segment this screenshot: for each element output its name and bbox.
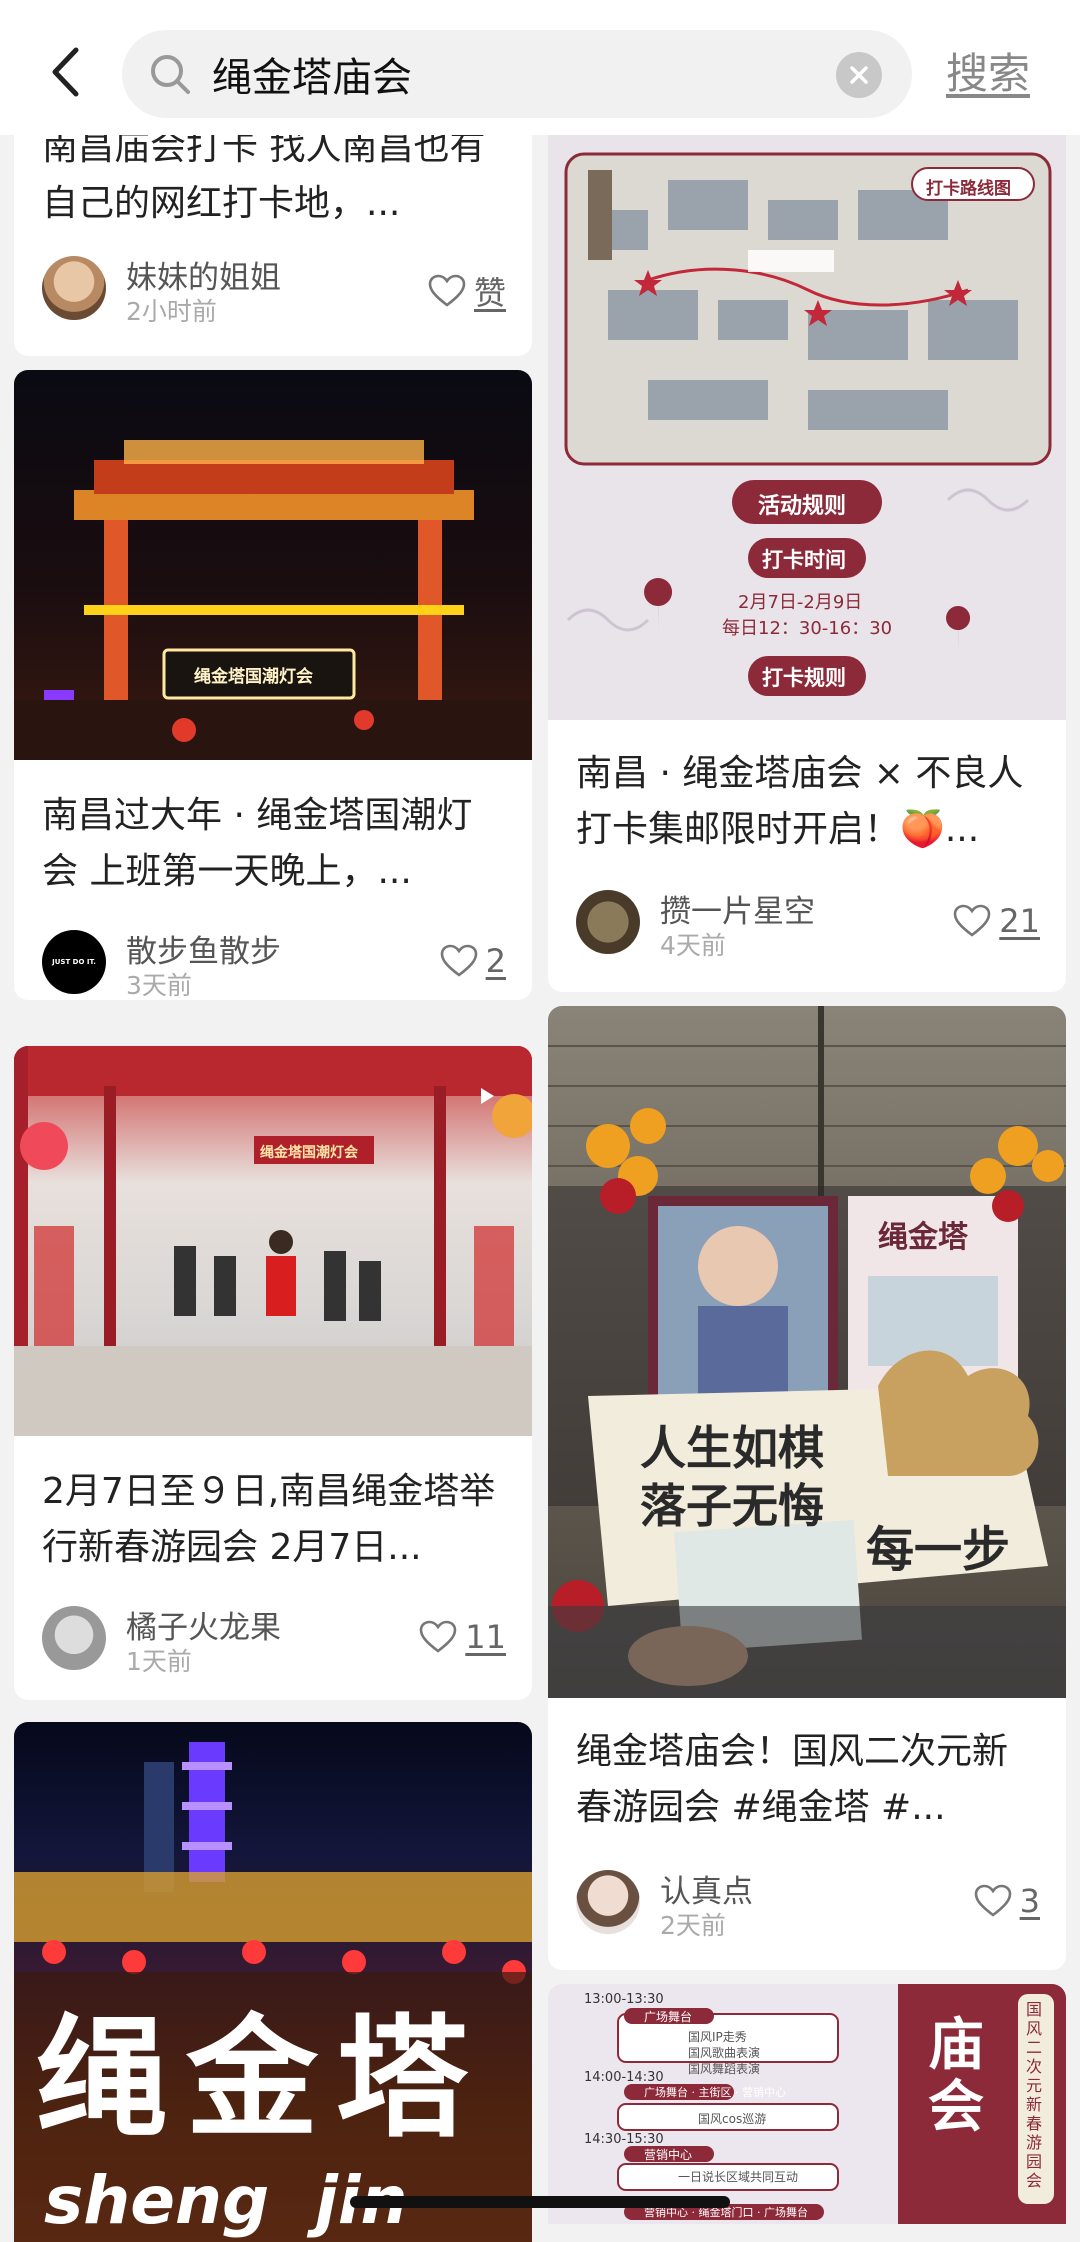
note-cover-image: 绳金塔 人生如棋 落子无悔 每一步 [548, 1006, 1066, 1698]
note-cover-image: 13:00-13:30 广场舞台 国风IP走秀 国风歌曲表演 国风舞蹈表演 14… [548, 1984, 1066, 2224]
schedule-act: 国风cos巡游 [698, 2112, 767, 2126]
post-time: 4天前 [660, 931, 726, 960]
author-name[interactable]: 认真点 [660, 1866, 753, 1911]
schedule-place: 营销中心 [644, 2148, 693, 2162]
map-badge: 打卡路线图 [926, 179, 1011, 199]
side-title: 庙会 [928, 2012, 984, 2140]
note-card[interactable]: 绳金塔 sheng jin [14, 1722, 532, 2242]
note-card[interactable]: 绳金塔 人生如棋 落子无悔 每一步 绳金塔庙会！国风二次元新春游园会 #绳金塔 … [548, 1006, 1066, 1970]
post-time: 3天前 [126, 971, 192, 1000]
note-card[interactable]: 绳金塔国潮灯会 2月7日至９日,南昌绳金塔举行新春游园会 2月7日... 橘子火… [14, 1046, 532, 1700]
note-title: 绳金塔庙会！国风二次元新春游园会 #绳金塔 #... [576, 1731, 1009, 1828]
post-time: 1天前 [126, 1647, 192, 1676]
note-cover-image: 打卡路线图 活动规则 打卡时间 2月7日-2月9日 每日12：30-16：30 … [548, 60, 1066, 720]
post-time: 2小时前 [126, 297, 217, 326]
avatar[interactable] [576, 890, 640, 954]
time-label: 打卡时间 [762, 548, 846, 572]
like-count: 赞 [473, 274, 506, 312]
like-count: 11 [465, 1618, 506, 1656]
schedule-place: 广场舞台 · 主街区 · 营销中心 [644, 2086, 786, 2099]
schedule-time: 14:30-15:30 [584, 2132, 664, 2147]
note-title: 南昌过大年 · 绳金塔国潮灯会 上班第一天晚上，... [42, 795, 473, 892]
back-button[interactable] [40, 42, 90, 102]
author-name[interactable]: 散步鱼散步 [126, 926, 281, 971]
date-line: 2月7日-2月9日 [738, 592, 863, 613]
board-line2: 落子无悔 [640, 1479, 824, 1533]
note-card[interactable]: 绳金塔国潮灯会 南昌过大年 · 绳金塔国潮灯会 上班第一天晚上，... JUST… [14, 370, 532, 1000]
sign-text: 绳金塔国潮灯会 [194, 667, 313, 687]
avatar[interactable]: JUST DO IT. [42, 930, 106, 994]
schedule-time: 13:00-13:30 [584, 1992, 664, 2007]
home-indicator[interactable] [350, 2196, 730, 2208]
author-name[interactable]: 橘子火龙果 [126, 1602, 281, 1647]
avatar-text: JUST DO IT. [52, 958, 96, 966]
note-card[interactable]: 13:00-13:30 广场舞台 国风IP走秀 国风歌曲表演 国风舞蹈表演 14… [548, 1984, 1066, 2224]
schedule-act: 一日说长区域共同互动 [678, 2170, 799, 2184]
rules-title: 活动规则 [758, 494, 847, 519]
chevron-left-icon [52, 47, 79, 97]
avatar[interactable] [576, 1870, 640, 1934]
heart-icon [428, 274, 466, 307]
heart-icon [953, 904, 991, 937]
clear-search-button[interactable] [836, 52, 882, 98]
heart-icon [419, 1620, 457, 1653]
post-time: 2天前 [660, 1911, 726, 1940]
like-count: 2 [485, 942, 506, 980]
note-cover-image: 绳金塔国潮灯会 [14, 1046, 532, 1436]
heart-icon [440, 944, 477, 977]
side-vertical-title: 国风二次元新春游园会 [1026, 2000, 1043, 2190]
schedule-act: 国风歌曲表演 [688, 2046, 761, 2060]
poster-title: 绳金塔 [878, 1220, 968, 1255]
note-title: 南昌庙会打卡 找人南昌也有自己的网红打卡地，... [42, 127, 486, 224]
like-count: 21 [999, 902, 1040, 940]
search-header: 搜索 [0, 0, 1080, 135]
schedule-act: 国风舞蹈表演 [688, 2062, 761, 2076]
like-button[interactable]: 11 [419, 1618, 506, 1656]
board-line3: 每一步 [866, 1522, 1011, 1578]
note-title: 2月7日至９日,南昌绳金塔举行新春游园会 2月7日... [42, 1471, 496, 1568]
search-submit-button[interactable]: 搜索 [946, 40, 1030, 101]
note-card[interactable]: 打卡路线图 活动规则 打卡时间 2月7日-2月9日 每日12：30-16：30 … [548, 60, 1066, 992]
board-line1: 人生如棋 [640, 1421, 824, 1475]
note-title: 南昌 · 绳金塔庙会 × 不良人打卡集邮限时开启！🍑... [576, 753, 1024, 850]
like-button[interactable]: 3 [974, 1882, 1040, 1920]
schedule-act: 国风IP走秀 [688, 2030, 747, 2044]
schedule-time: 14:00-14:30 [584, 2070, 664, 2085]
schedule-place: 广场舞台 [644, 2010, 693, 2024]
search-input[interactable] [212, 30, 792, 118]
like-button[interactable]: 21 [953, 902, 1040, 940]
note-cover-image: 绳金塔 sheng jin [14, 1722, 532, 2242]
sign-text: 绳金塔国潮灯会 [260, 1145, 358, 1161]
rules-label: 打卡规则 [762, 666, 846, 690]
avatar[interactable] [42, 1606, 106, 1670]
search-box[interactable] [122, 30, 912, 118]
like-count: 3 [1019, 1882, 1040, 1920]
author-name[interactable]: 攒一片星空 [660, 886, 815, 931]
like-button[interactable]: 赞 [428, 268, 506, 314]
avatar[interactable] [42, 256, 106, 320]
hours-line: 每日12：30-16：30 [722, 618, 893, 639]
heart-icon [974, 1884, 1011, 1917]
note-cover-image: 绳金塔国潮灯会 [14, 370, 532, 760]
search-icon [151, 55, 190, 94]
close-icon [850, 66, 868, 84]
like-button[interactable]: 2 [440, 942, 506, 980]
author-name[interactable]: 妹妹的姐姐 [126, 252, 281, 297]
cover-title: 绳金塔 [36, 2001, 486, 2156]
